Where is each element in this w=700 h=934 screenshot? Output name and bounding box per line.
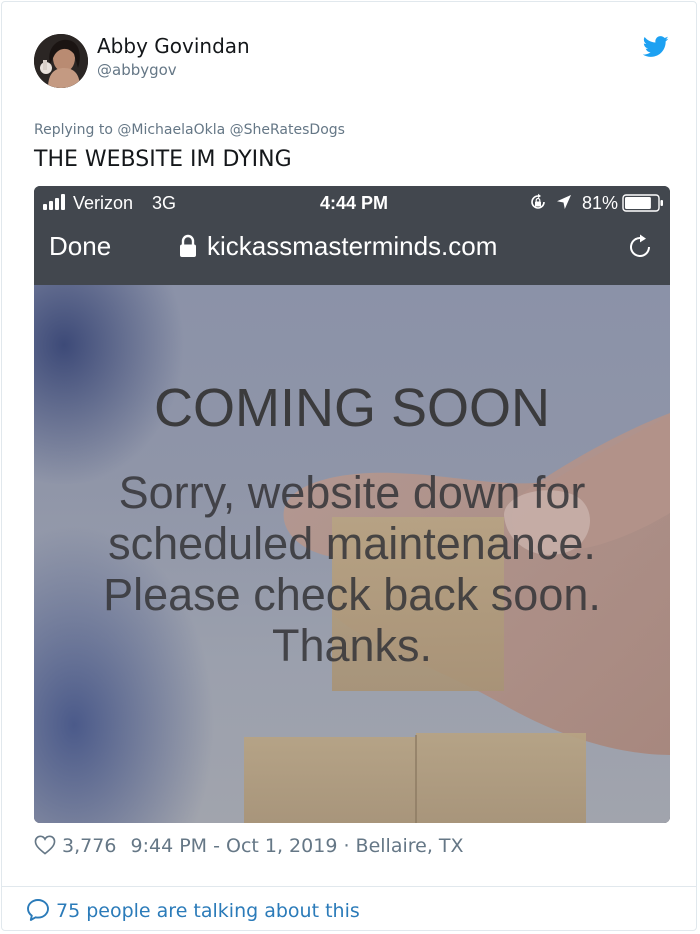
tweet-footer: 3,776 9:44 PM - Oct 1, 2019 · Bellaire, … [34,835,464,857]
url-text: kickassmasterminds.com [207,231,498,261]
battery-percentage: 81% [582,193,619,213]
tweet-text: THE WEBSITE IM DYING [34,147,292,172]
tweet-location[interactable]: Bellaire, TX [356,835,464,857]
padlock-icon [180,234,196,257]
avatar[interactable] [34,34,88,88]
twitter-bird-icon[interactable] [643,36,669,58]
location-separator: · [343,835,350,857]
conversation-text: 75 people are talking about this [56,900,360,922]
reload-icon[interactable] [627,234,653,260]
tweet-card: Abby Govindan @abbygov Replying to @Mich… [1,1,697,931]
done-button[interactable]: Done [49,231,111,262]
website-content: COMING SOON Sorry, website down for sche… [34,285,670,823]
coming-soon-heading: COMING SOON [153,378,550,438]
speech-bubble-icon [27,899,49,921]
author-display-name[interactable]: Abby Govindan [97,34,250,58]
tweet-timestamp[interactable]: 9:44 PM - Oct 1, 2019 [131,835,338,857]
divider [2,886,696,887]
rotation-lock-icon [531,193,545,209]
reply-mention[interactable]: @SheRatesDogs [230,122,345,138]
reply-context: Replying to @MichaelaOkla @SheRatesDogs [34,122,345,138]
phone-chrome: Verizon 3G 4:44 PM 81% Done kickassmaste… [34,186,670,285]
conversation-link[interactable]: 75 people are talking about this [26,898,360,922]
battery-icon [622,194,663,212]
maintenance-line: Please check back soon. [103,569,601,620]
heart-icon[interactable] [34,835,56,855]
maintenance-line: scheduled maintenance. [108,518,596,569]
maintenance-message: Sorry, website down for scheduled mainte… [34,467,670,671]
address-bar[interactable]: kickassmasterminds.com [179,231,497,262]
tweet-media[interactable]: Verizon 3G 4:44 PM 81% Done kickassmaste… [34,186,670,823]
maintenance-line: Thanks. [271,620,433,671]
like-count[interactable]: 3,776 [62,835,116,857]
status-bar: Verizon 3G 4:44 PM 81% [34,186,670,220]
reply-mention[interactable]: @MichaelaOkla [117,122,225,138]
avatar-photo [34,34,88,88]
maintenance-line: Sorry, website down for [118,467,586,518]
location-arrow-icon [557,195,571,209]
author-handle[interactable]: @abbygov [97,61,177,79]
status-time: 4:44 PM [319,193,389,213]
reply-prefix: Replying to [34,122,113,138]
